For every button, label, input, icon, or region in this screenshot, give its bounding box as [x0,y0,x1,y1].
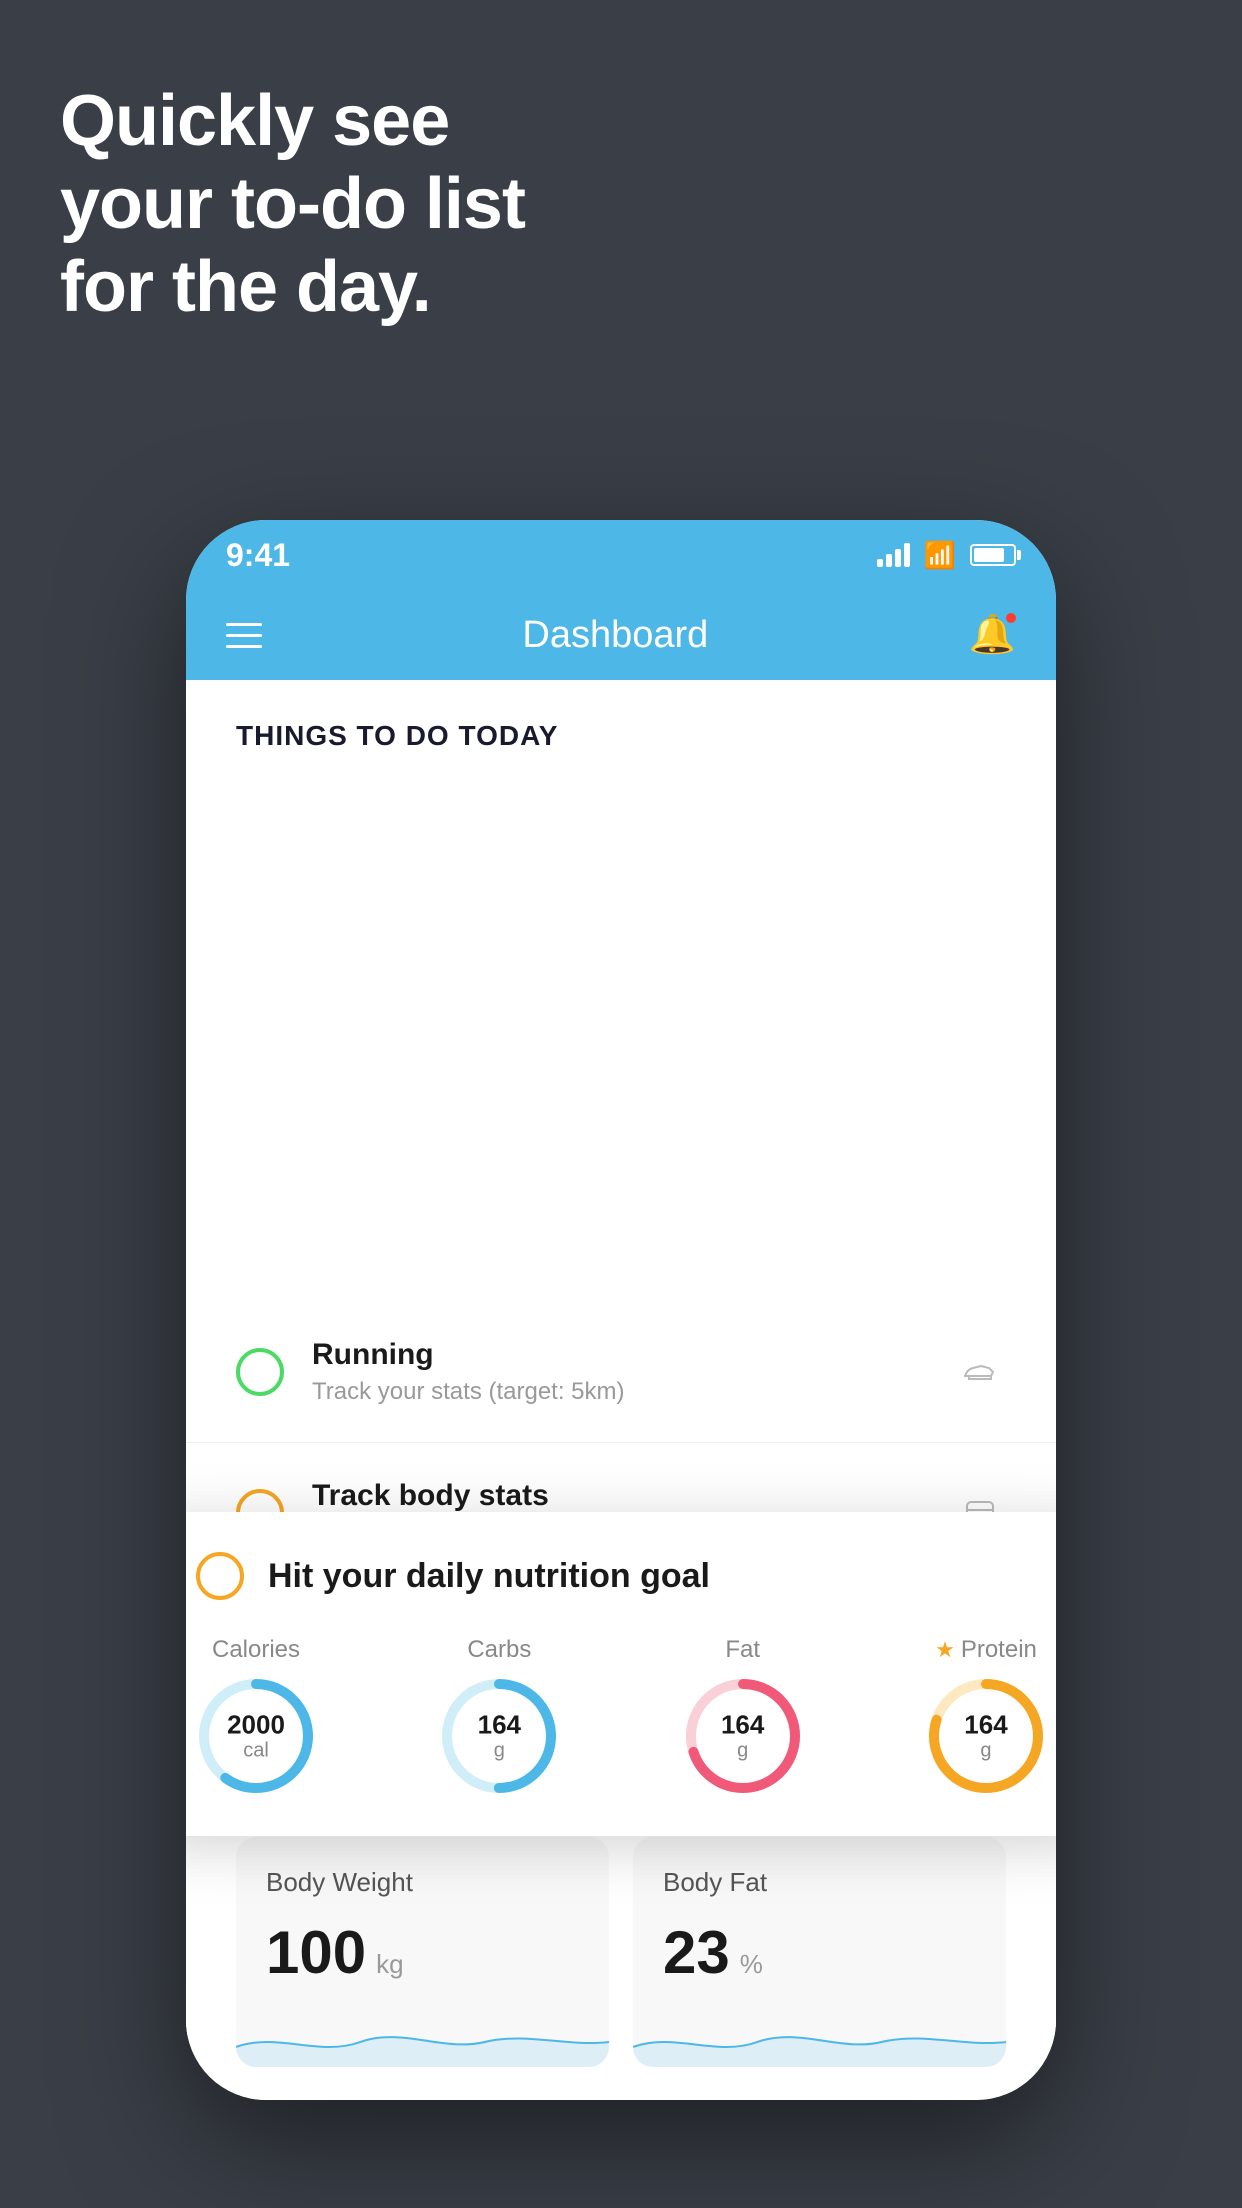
nutrition-radio[interactable] [196,1552,244,1600]
progress-value-row-0: 100 kg [266,1918,579,1987]
progress-unit-0: kg [376,1949,403,1980]
progress-chart-0 [236,2007,609,2067]
nutrition-item-fat: Fat 164 g [683,1636,803,1796]
todo-icon-running [954,1346,1006,1398]
nav-title: Dashboard [522,614,708,657]
progress-value-row-1: 23 % [663,1918,976,1987]
status-icons: 📶 [877,540,1016,571]
ring-carbs: 164 g [439,1676,559,1796]
notification-badge [1004,611,1018,625]
nav-bar: Dashboard 🔔 [186,590,1056,680]
progress-card-title-0: Body Weight [266,1867,579,1898]
battery-icon [970,544,1016,566]
hero-line2: your to-do list [60,163,525,246]
progress-unit-1: % [740,1949,763,1980]
ring-fat: 164 g [683,1676,803,1796]
progress-card-body-weight[interactable]: Body Weight 100 kg [236,1837,609,2067]
progress-chart-1 [633,2007,1006,2067]
nutrition-grid: Calories 2000 cal Carbs 164 g Fat [196,1636,1046,1796]
progress-card-body-fat[interactable]: Body Fat 23 % [633,1837,1006,2067]
hero-text: Quickly see your to-do list for the day. [60,80,525,328]
todo-item-running[interactable]: Running Track your stats (target: 5km) [186,1302,1056,1443]
todo-text-running: Running Track your stats (target: 5km) [312,1338,926,1406]
ring-calories: 2000 cal [196,1676,316,1796]
todo-section: Hit your daily nutrition goal Calories 2… [186,1302,1056,1725]
status-time: 9:41 [226,537,290,574]
things-section: THINGS TO DO TODAY [186,680,1056,772]
hero-line3: for the day. [60,246,525,329]
todo-title-running: Running [312,1338,926,1372]
nutrition-card: Hit your daily nutrition goal Calories 2… [186,1512,1056,1836]
nutrition-item-protein: ★Protein 164 g [926,1636,1046,1796]
todo-subtitle-running: Track your stats (target: 5km) [312,1378,926,1406]
progress-value-0: 100 [266,1918,366,1987]
phone-content: THINGS TO DO TODAY Hit your daily nutrit… [186,680,1056,2100]
todo-title-body-stats: Track body stats [312,1479,926,1513]
status-bar: 9:41 📶 [186,520,1056,590]
menu-button[interactable] [226,623,262,648]
things-today-heading: THINGS TO DO TODAY [236,720,1006,752]
progress-grid: Body Weight 100 kg Body Fat 23 % [236,1837,1006,2067]
nutrition-item-carbs: Carbs 164 g [439,1636,559,1796]
todo-radio-running[interactable] [236,1348,284,1396]
nutrition-card-title: Hit your daily nutrition goal [268,1557,710,1596]
nutrition-card-header: Hit your daily nutrition goal [196,1552,1046,1600]
ring-protein: 164 g [926,1676,1046,1796]
nutrition-item-calories: Calories 2000 cal [196,1636,316,1796]
hero-line1: Quickly see [60,80,525,163]
phone-shell: 9:41 📶 Dashboard 🔔 THINGS TO DO TODAY [186,520,1056,2100]
progress-value-1: 23 [663,1918,730,1987]
signal-icon [877,543,910,567]
notification-button[interactable]: 🔔 [969,613,1016,657]
progress-card-title-1: Body Fat [663,1867,976,1898]
wifi-icon: 📶 [924,540,956,571]
